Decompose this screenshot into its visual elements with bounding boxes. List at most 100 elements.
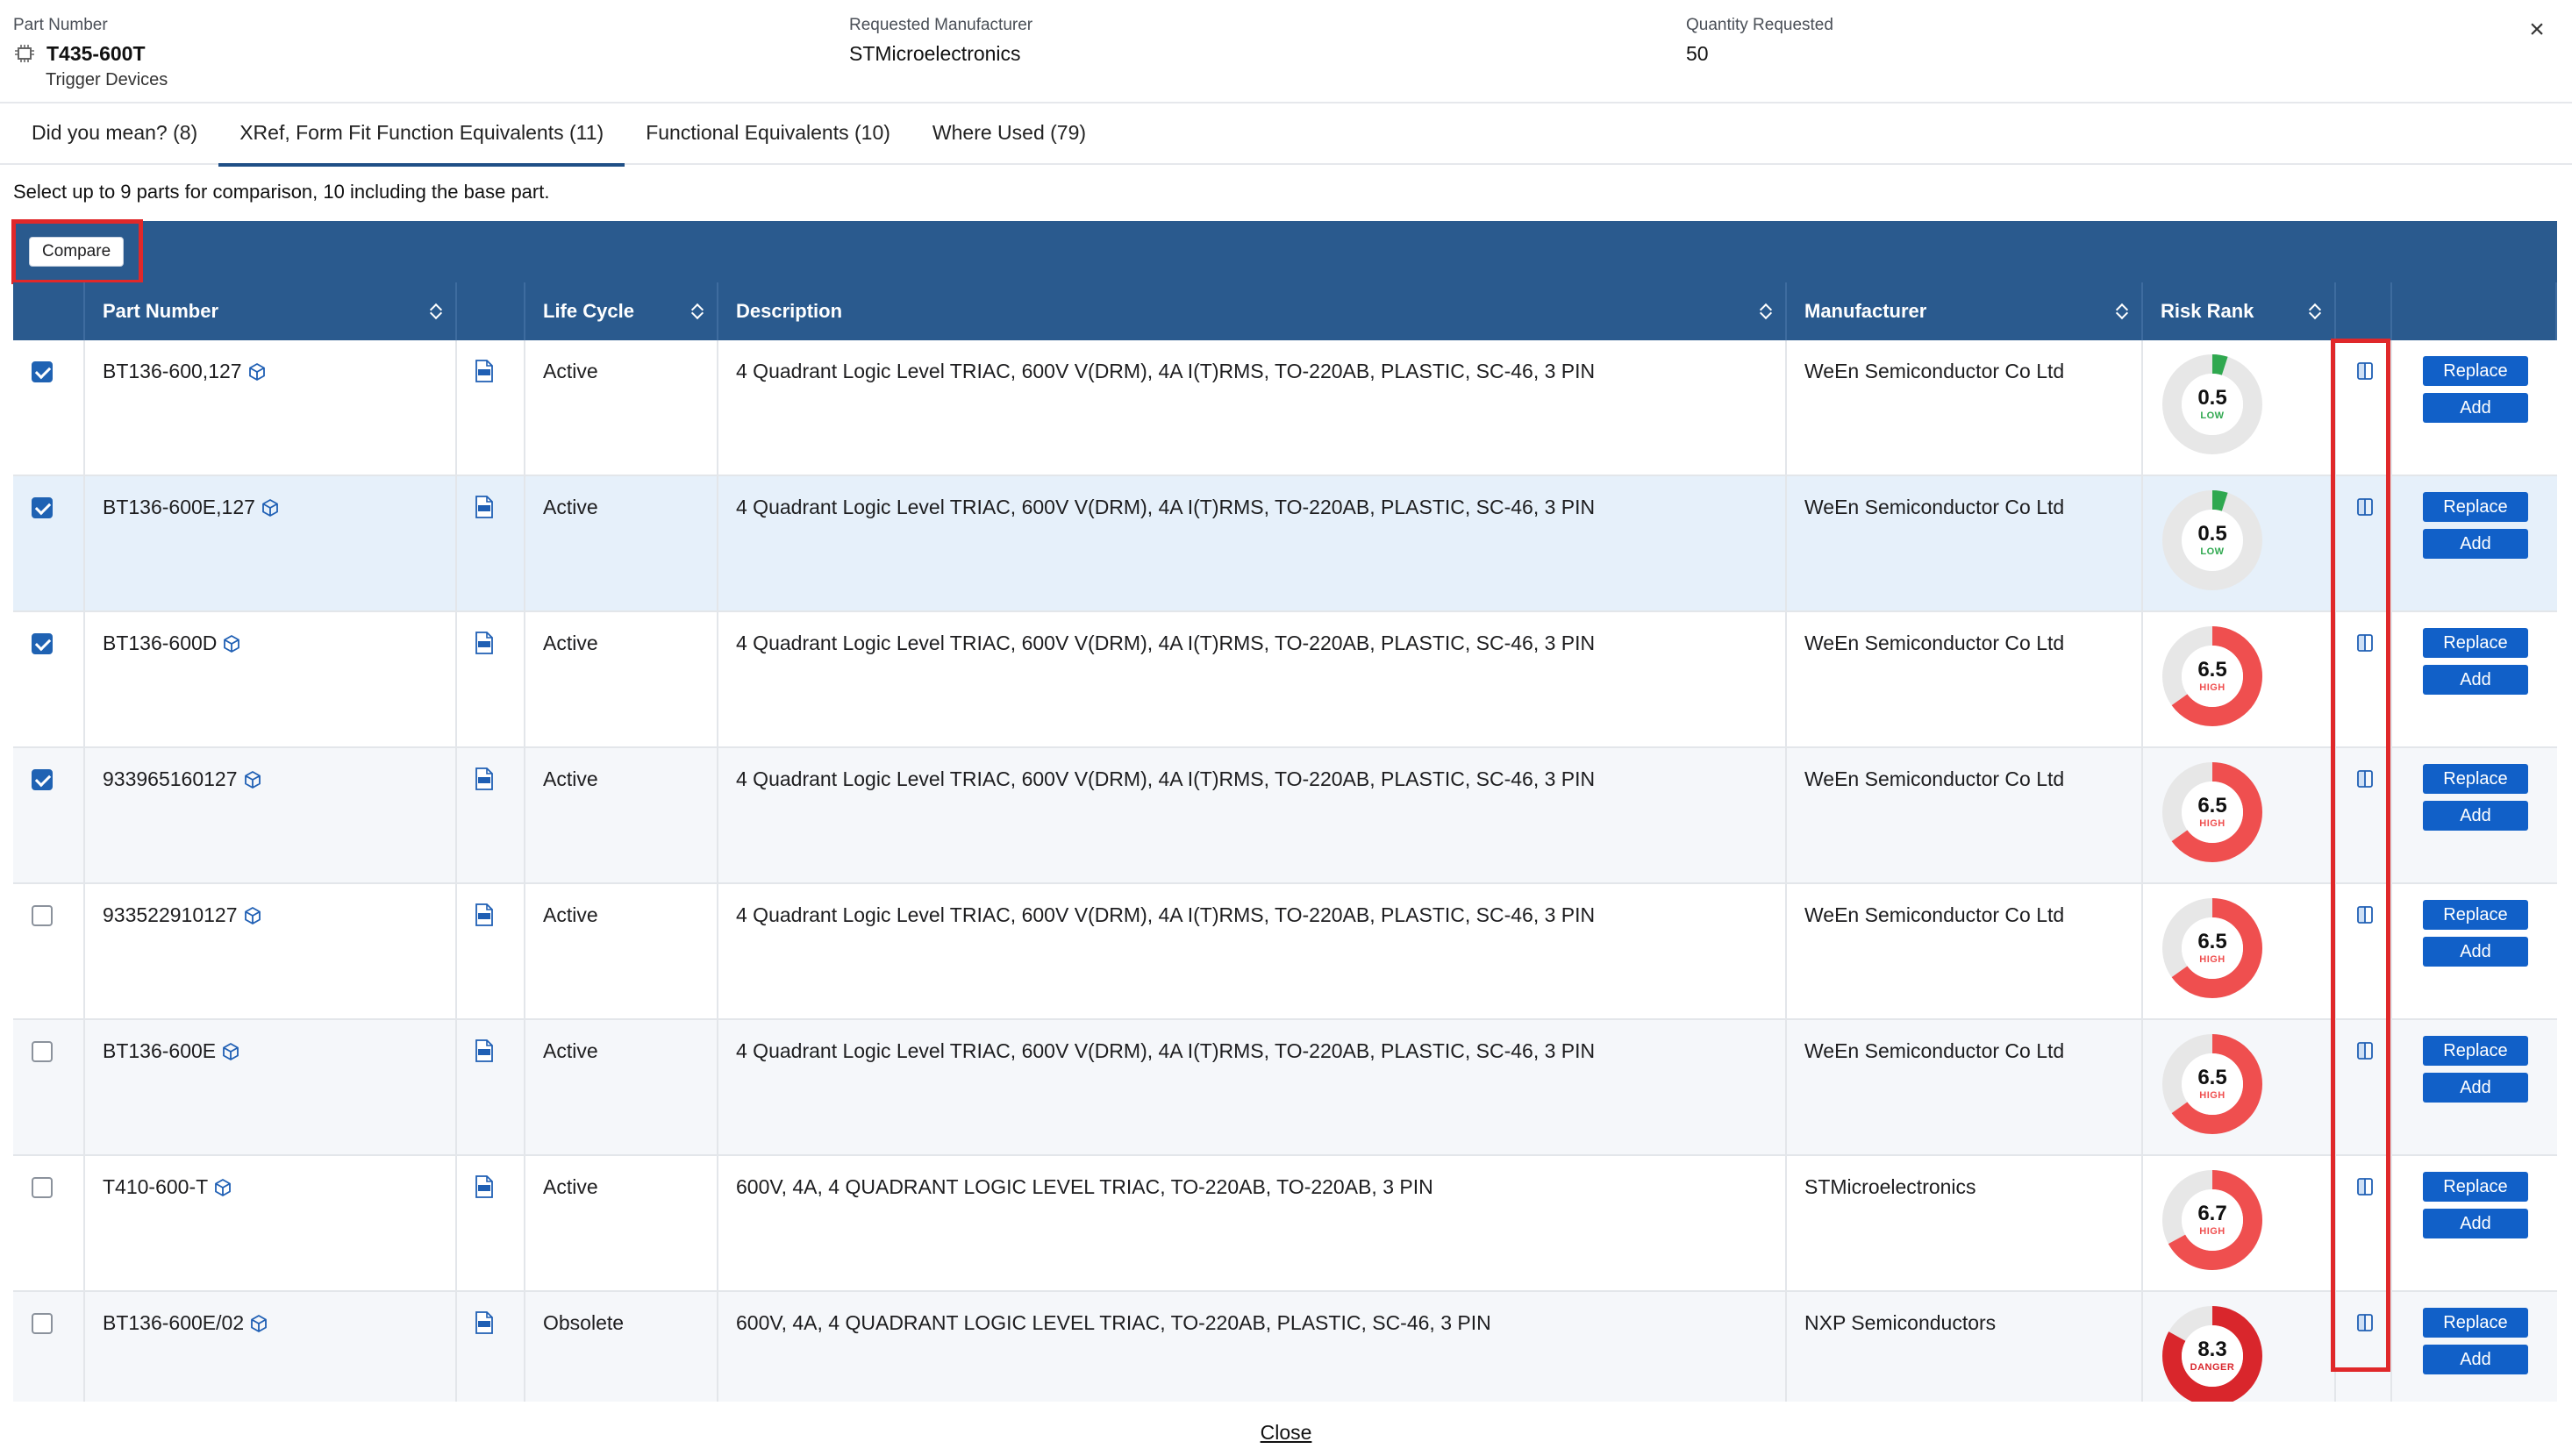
description-text: 600V, 4A, 4 QUADRANT LOGIC LEVEL TRIAC, … (736, 1175, 1433, 1198)
compare-columns-icon[interactable] (2355, 769, 2375, 789)
package-3d-icon[interactable] (243, 770, 262, 789)
part-number-text[interactable]: 933522910127 (103, 903, 238, 927)
sort-icon[interactable] (2117, 303, 2127, 320)
part-number-text[interactable]: BT136-600E,127 (103, 496, 255, 519)
description-cell: 600V, 4A, 4 QUADRANT LOGIC LEVEL TRIAC, … (718, 1292, 1787, 1402)
compare-columns-icon[interactable] (2355, 1041, 2375, 1060)
compare-columns-icon[interactable] (2355, 905, 2375, 924)
add-button[interactable]: Add (2423, 801, 2528, 831)
select-cell (13, 1020, 85, 1154)
compare-cell (2336, 612, 2392, 746)
pdf-icon[interactable] (475, 632, 494, 654)
header-part-number[interactable]: Part Number (85, 282, 457, 340)
select-cell (13, 340, 85, 475)
package-3d-icon[interactable] (243, 906, 262, 925)
add-button[interactable]: Add (2423, 1209, 2528, 1238)
header-risk-rank[interactable]: Risk Rank (2143, 282, 2336, 340)
package-3d-icon[interactable] (213, 1178, 232, 1197)
risk-rank-cell: 6.5 HIGH (2143, 1020, 2336, 1154)
manufacturer-text: WeEn Semiconductor Co Ltd (1804, 632, 2065, 654)
replace-button[interactable]: Replace (2423, 628, 2528, 658)
part-number-cell: BT136-600E/02 (85, 1292, 457, 1402)
add-button[interactable]: Add (2423, 665, 2528, 695)
compare-columns-icon[interactable] (2355, 633, 2375, 653)
table-row[interactable]: 933522910127 Active 4 Quadrant Logic Level… (13, 884, 2557, 1020)
manufacturer-cell: WeEn Semiconductor Co Ltd (1787, 340, 2143, 475)
table-row[interactable]: BT136-600,127 Active 4 Quadrant Logic Leve… (13, 340, 2557, 476)
table-row[interactable]: BT136-600E Active 4 Quadrant Logic Level T… (13, 1020, 2557, 1156)
manufacturer-text: NXP Semiconductors (1804, 1311, 1997, 1334)
compare-columns-icon[interactable] (2355, 361, 2375, 381)
pdf-icon[interactable] (475, 903, 494, 926)
pdf-icon[interactable] (475, 360, 494, 382)
compare-columns-icon[interactable] (2355, 497, 2375, 517)
pdf-icon[interactable] (475, 1175, 494, 1198)
part-number-text[interactable]: T410-600-T (103, 1175, 208, 1199)
add-button[interactable]: Add (2423, 529, 2528, 559)
replace-button[interactable]: Replace (2423, 1308, 2528, 1338)
replace-button[interactable]: Replace (2423, 900, 2528, 930)
table-row[interactable]: T410-600-T Active 600V, 4A, 4 QUADRANT LOG… (13, 1156, 2557, 1292)
replace-button[interactable]: Replace (2423, 492, 2528, 522)
select-cell (13, 476, 85, 610)
row-select-checkbox[interactable] (32, 905, 53, 926)
part-number-text[interactable]: BT136-600E/02 (103, 1311, 244, 1335)
risk-score: 8.3 (2197, 1338, 2227, 1361)
table-row[interactable]: BT136-600E,127 Active 4 Quadrant Logic Lev… (13, 476, 2557, 612)
compare-button[interactable]: Compare (29, 237, 125, 267)
add-button[interactable]: Add (2423, 393, 2528, 423)
replace-button[interactable]: Replace (2423, 356, 2528, 386)
table-row[interactable]: BT136-600E/02 Obsolete 600V, 4A, 4 QUADRAN… (13, 1292, 2557, 1402)
row-select-checkbox[interactable] (32, 1177, 53, 1198)
table-row[interactable]: BT136-600D Active 4 Quadrant Logic Level T… (13, 612, 2557, 748)
description-cell: 4 Quadrant Logic Level TRIAC, 600V V(DRM… (718, 340, 1787, 475)
row-select-checkbox[interactable] (32, 361, 53, 382)
table-row[interactable]: 933965160127 Active 4 Quadrant Logic Level… (13, 748, 2557, 884)
risk-gauge-label: 6.5 HIGH (2161, 760, 2264, 864)
add-button[interactable]: Add (2423, 1073, 2528, 1103)
header-description[interactable]: Description (718, 282, 1787, 340)
part-number-cell: BT136-600D (85, 612, 457, 746)
header-select (13, 282, 85, 340)
compare-cell (2336, 1156, 2392, 1290)
row-select-checkbox[interactable] (32, 497, 53, 518)
compare-columns-icon[interactable] (2355, 1313, 2375, 1332)
description-cell: 4 Quadrant Logic Level TRIAC, 600V V(DRM… (718, 1020, 1787, 1154)
part-number-text[interactable]: BT136-600,127 (103, 360, 242, 383)
sort-icon[interactable] (2310, 303, 2320, 320)
replace-button[interactable]: Replace (2423, 764, 2528, 794)
pdf-icon[interactable] (475, 1039, 494, 1062)
pdf-icon[interactable] (475, 496, 494, 518)
part-number-text[interactable]: BT136-600E (103, 1039, 216, 1063)
package-3d-icon[interactable] (247, 362, 267, 382)
pdf-icon[interactable] (475, 1311, 494, 1334)
part-number-cell: 933522910127 (85, 884, 457, 1018)
pdf-icon[interactable] (475, 767, 494, 790)
risk-rank-cell: 6.5 HIGH (2143, 884, 2336, 1018)
row-select-checkbox[interactable] (32, 1041, 53, 1062)
add-button[interactable]: Add (2423, 937, 2528, 967)
header-life-cycle[interactable]: Life Cycle (525, 282, 718, 340)
replace-button[interactable]: Replace (2423, 1036, 2528, 1066)
package-3d-icon[interactable] (222, 634, 241, 653)
sort-icon[interactable] (692, 303, 703, 320)
close-link[interactable]: Close (1261, 1421, 1312, 1444)
package-3d-icon[interactable] (261, 498, 280, 517)
replace-button[interactable]: Replace (2423, 1172, 2528, 1202)
part-number-text[interactable]: BT136-600D (103, 632, 217, 655)
compare-columns-icon[interactable] (2355, 1177, 2375, 1196)
sort-icon[interactable] (431, 303, 441, 320)
add-button[interactable]: Add (2423, 1345, 2528, 1374)
actions-cell: Replace Add (2392, 340, 2557, 475)
sort-icon[interactable] (1761, 303, 1771, 320)
life-cycle-text: Active (543, 496, 598, 518)
package-3d-icon[interactable] (221, 1042, 240, 1061)
row-select-checkbox[interactable] (32, 633, 53, 654)
row-select-checkbox[interactable] (32, 1313, 53, 1334)
description-text: 4 Quadrant Logic Level TRIAC, 600V V(DRM… (736, 496, 1596, 518)
package-3d-icon[interactable] (249, 1314, 268, 1333)
header-manufacturer[interactable]: Manufacturer (1787, 282, 2143, 340)
part-number-text[interactable]: 933965160127 (103, 767, 238, 791)
manufacturer-cell: WeEn Semiconductor Co Ltd (1787, 884, 2143, 1018)
row-select-checkbox[interactable] (32, 769, 53, 790)
